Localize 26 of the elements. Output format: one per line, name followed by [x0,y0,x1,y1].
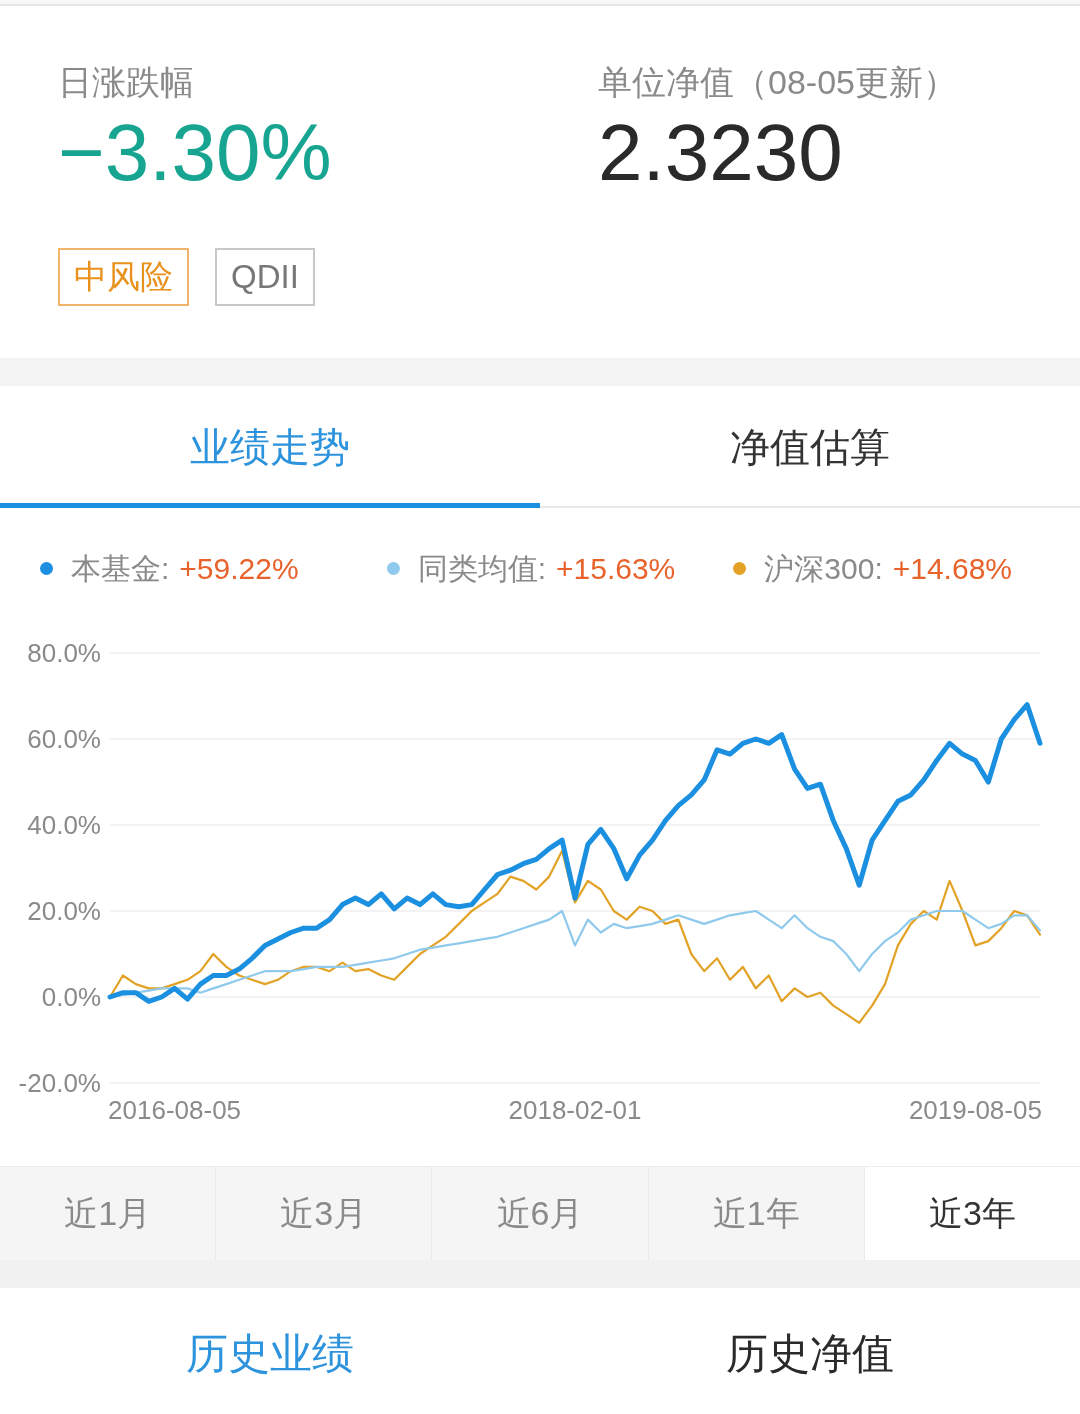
x-axis-label: 2019-08-05 [908,1095,1042,1125]
legend-value: +15.63% [556,550,676,587]
x-axis-label: 2016-08-05 [108,1095,242,1125]
daily-change-label: 日涨跌幅 [58,62,194,103]
legend-label: 沪深300: [764,550,883,587]
tab[interactable]: 业绩走势 [0,386,540,508]
legend-label: 同类均值: [417,550,546,587]
tag: QDII [215,248,315,306]
tag: 中风险 [58,248,189,306]
y-axis-label: 20.0% [27,896,101,926]
y-axis-label: 80.0% [27,638,101,668]
x-axis-label: 2018-02-01 [508,1095,642,1125]
legend-value: +59.22% [179,550,299,587]
y-axis-label: 60.0% [27,724,101,754]
nav-label: 单位净值（08-05更新） [598,62,957,103]
range-button[interactable]: 近3年 [864,1167,1080,1260]
nav-value: 2.3230 [598,108,843,198]
y-axis-label: -20.0% [18,1068,101,1098]
daily-change-value: −3.30% [58,108,332,198]
y-axis-label: 0.0% [41,982,101,1012]
tab[interactable]: 历史净值 [540,1288,1080,1412]
legend-value: +14.68% [892,550,1012,587]
legend-label: 本基金: [71,550,170,587]
tab[interactable]: 净值估算 [540,386,1080,508]
y-axis-label: 40.0% [27,810,101,840]
tab[interactable]: 历史业绩 [0,1288,540,1412]
